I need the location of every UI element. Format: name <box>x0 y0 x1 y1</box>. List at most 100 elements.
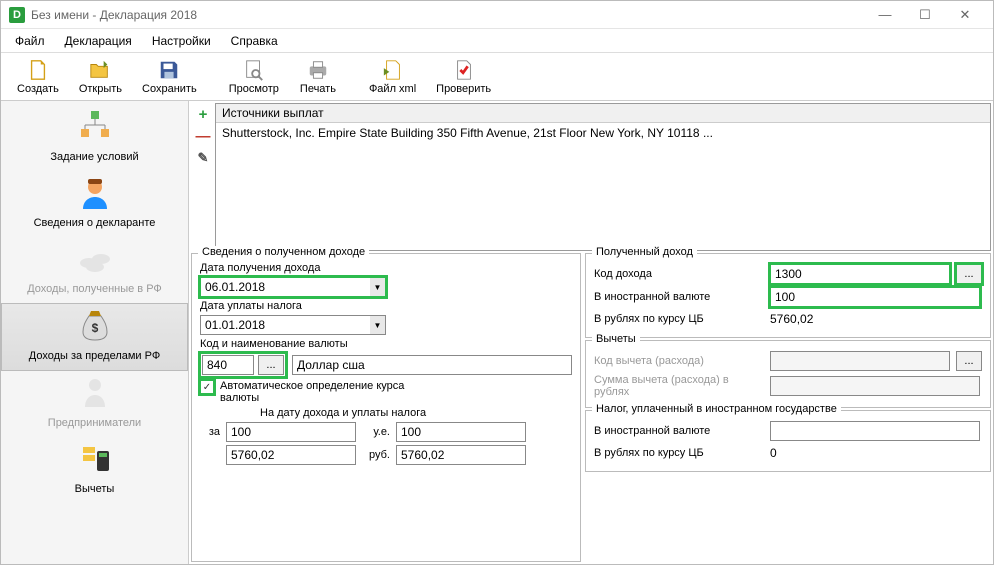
date-tax-label: Дата уплаты налога <box>200 300 572 312</box>
print-button[interactable]: Печать <box>289 57 347 97</box>
folder-open-icon <box>89 59 111 81</box>
conditions-label: Задание условий <box>1 151 188 163</box>
received-income-group: Полученный доход Код дохода ... В иностр… <box>585 253 991 338</box>
currency-code-input[interactable] <box>202 355 254 375</box>
sidebar-item-income-rf[interactable]: Доходы, полученные в РФ <box>1 237 188 303</box>
person-icon <box>77 175 113 211</box>
create-label: Создать <box>17 83 59 95</box>
deductions-title: Вычеты <box>592 333 640 345</box>
income-code-label: Код дохода <box>594 268 764 280</box>
preview-button[interactable]: Просмотр <box>219 57 289 97</box>
coins-icon <box>77 241 113 277</box>
rate-dates-label: На дату дохода и уплаты налога <box>260 407 572 419</box>
xml-file-icon <box>382 59 404 81</box>
menu-help[interactable]: Справка <box>223 32 286 50</box>
source-item[interactable]: Shutterstock, Inc. Empire State Building… <box>216 123 990 143</box>
close-button[interactable]: ✕ <box>945 3 985 27</box>
add-source-button[interactable]: + <box>194 105 212 123</box>
rate-rub1-input[interactable] <box>226 445 356 465</box>
rate-rub2-input[interactable] <box>396 445 526 465</box>
sidebar-item-declarant[interactable]: Сведения о декларанте <box>1 171 188 237</box>
check-label: Проверить <box>436 83 491 95</box>
xml-label: Файл xml <box>369 83 416 95</box>
menu-file[interactable]: Файл <box>7 32 53 50</box>
deduction-sum-label: Сумма вычета (расхода) в рублях <box>594 374 764 398</box>
businessman-icon <box>77 375 113 411</box>
foreign-amount-input[interactable] <box>770 287 980 307</box>
print-icon <box>307 59 329 81</box>
open-button[interactable]: Открыть <box>69 57 132 97</box>
foreign-amount-label: В иностранной валюте <box>594 291 764 303</box>
maximize-button[interactable]: ☐ <box>905 3 945 27</box>
print-label: Печать <box>300 83 336 95</box>
app-icon: D <box>9 7 25 23</box>
date-tax-dropdown[interactable]: ▼ <box>370 315 386 335</box>
deduction-code-lookup-button[interactable]: ... <box>956 351 982 371</box>
sidebar-item-income-foreign[interactable]: $ Доходы за пределами РФ <box>1 303 188 371</box>
save-label: Сохранить <box>142 83 197 95</box>
foreign-tax-group: Налог, уплаченный в иностранном государс… <box>585 410 991 472</box>
sources-list[interactable]: Источники выплат Shutterstock, Inc. Empi… <box>215 103 991 251</box>
deduction-code-label: Код вычета (расхода) <box>594 355 764 367</box>
received-title: Полученный доход <box>592 246 697 258</box>
sidebar-item-entrepreneurs[interactable]: Предприниматели <box>1 371 188 437</box>
currency-name-input[interactable] <box>292 355 572 375</box>
date-received-label: Дата получения дохода <box>200 262 572 274</box>
deductions-group: Вычеты Код вычета (расхода) ... Сумма вы… <box>585 340 991 408</box>
edit-source-button[interactable]: ✎ <box>194 149 212 167</box>
currency-lookup-button[interactable]: ... <box>258 355 284 375</box>
check-file-icon <box>453 59 475 81</box>
rate-amount-input[interactable] <box>226 422 356 442</box>
sidebar-item-deductions[interactable]: Вычеты <box>1 437 188 503</box>
date-tax-input[interactable] <box>200 315 370 335</box>
money-bag-icon: $ <box>77 308 113 344</box>
rub-amount-value: 5760,02 <box>770 310 813 328</box>
foreign-tax-foreign-label: В иностранной валюте <box>594 425 764 437</box>
declarant-label: Сведения о декларанте <box>1 217 188 229</box>
za-label: за <box>200 426 220 438</box>
date-received-dropdown[interactable]: ▼ <box>370 277 386 297</box>
rub-amount-label: В рублях по курсу ЦБ <box>594 313 764 325</box>
deduction-sum-input <box>770 376 980 396</box>
conditions-icon <box>77 109 113 145</box>
calculator-icon <box>77 441 113 477</box>
preview-icon <box>243 59 265 81</box>
rate-ue-input[interactable] <box>396 422 526 442</box>
entrepreneurs-label: Предприниматели <box>1 417 188 429</box>
menu-settings[interactable]: Настройки <box>144 32 219 50</box>
sidebar-item-conditions[interactable]: Задание условий <box>1 105 188 171</box>
svg-text:$: $ <box>91 321 98 335</box>
foreign-tax-foreign-input[interactable] <box>770 421 980 441</box>
foreign-tax-rub-label: В рублях по курсу ЦБ <box>594 447 764 459</box>
ue-label: у.е. <box>362 426 390 438</box>
income-code-input[interactable] <box>770 264 950 284</box>
menu-declaration[interactable]: Декларация <box>57 32 140 50</box>
sources-header: Источники выплат <box>216 104 990 123</box>
new-file-icon <box>27 59 49 81</box>
date-received-input[interactable] <box>200 277 370 297</box>
create-button[interactable]: Создать <box>7 57 69 97</box>
auto-rate-checkbox[interactable]: ✓ <box>200 380 214 394</box>
auto-rate-label: Автоматическое определение курса валюты <box>220 380 440 404</box>
menubar: Файл Декларация Настройки Справка <box>1 29 993 53</box>
income-code-lookup-button[interactable]: ... <box>956 264 982 284</box>
check-button[interactable]: Проверить <box>426 57 501 97</box>
open-label: Открыть <box>79 83 122 95</box>
currency-label: Код и наименование валюты <box>200 338 572 350</box>
income-foreign-label: Доходы за пределами РФ <box>2 350 187 362</box>
sidebar: Задание условий Сведения о декларанте До… <box>1 101 189 564</box>
remove-source-button[interactable]: — <box>194 127 212 145</box>
save-button[interactable]: Сохранить <box>132 57 207 97</box>
rub-label: руб. <box>362 449 390 461</box>
xml-button[interactable]: Файл xml <box>359 57 426 97</box>
window-title: Без имени - Декларация 2018 <box>31 8 865 22</box>
income-info-group: Сведения о полученном доходе Дата получе… <box>191 253 581 562</box>
income-rf-label: Доходы, полученные в РФ <box>1 283 188 295</box>
toolbar: Создать Открыть Сохранить Просмотр Печат… <box>1 53 993 101</box>
foreign-tax-rub-value: 0 <box>770 444 777 462</box>
titlebar: D Без имени - Декларация 2018 — ☐ ✕ <box>1 1 993 29</box>
income-info-title: Сведения о полученном доходе <box>198 246 369 258</box>
minimize-button[interactable]: — <box>865 3 905 27</box>
preview-label: Просмотр <box>229 83 279 95</box>
deduction-code-input <box>770 351 950 371</box>
